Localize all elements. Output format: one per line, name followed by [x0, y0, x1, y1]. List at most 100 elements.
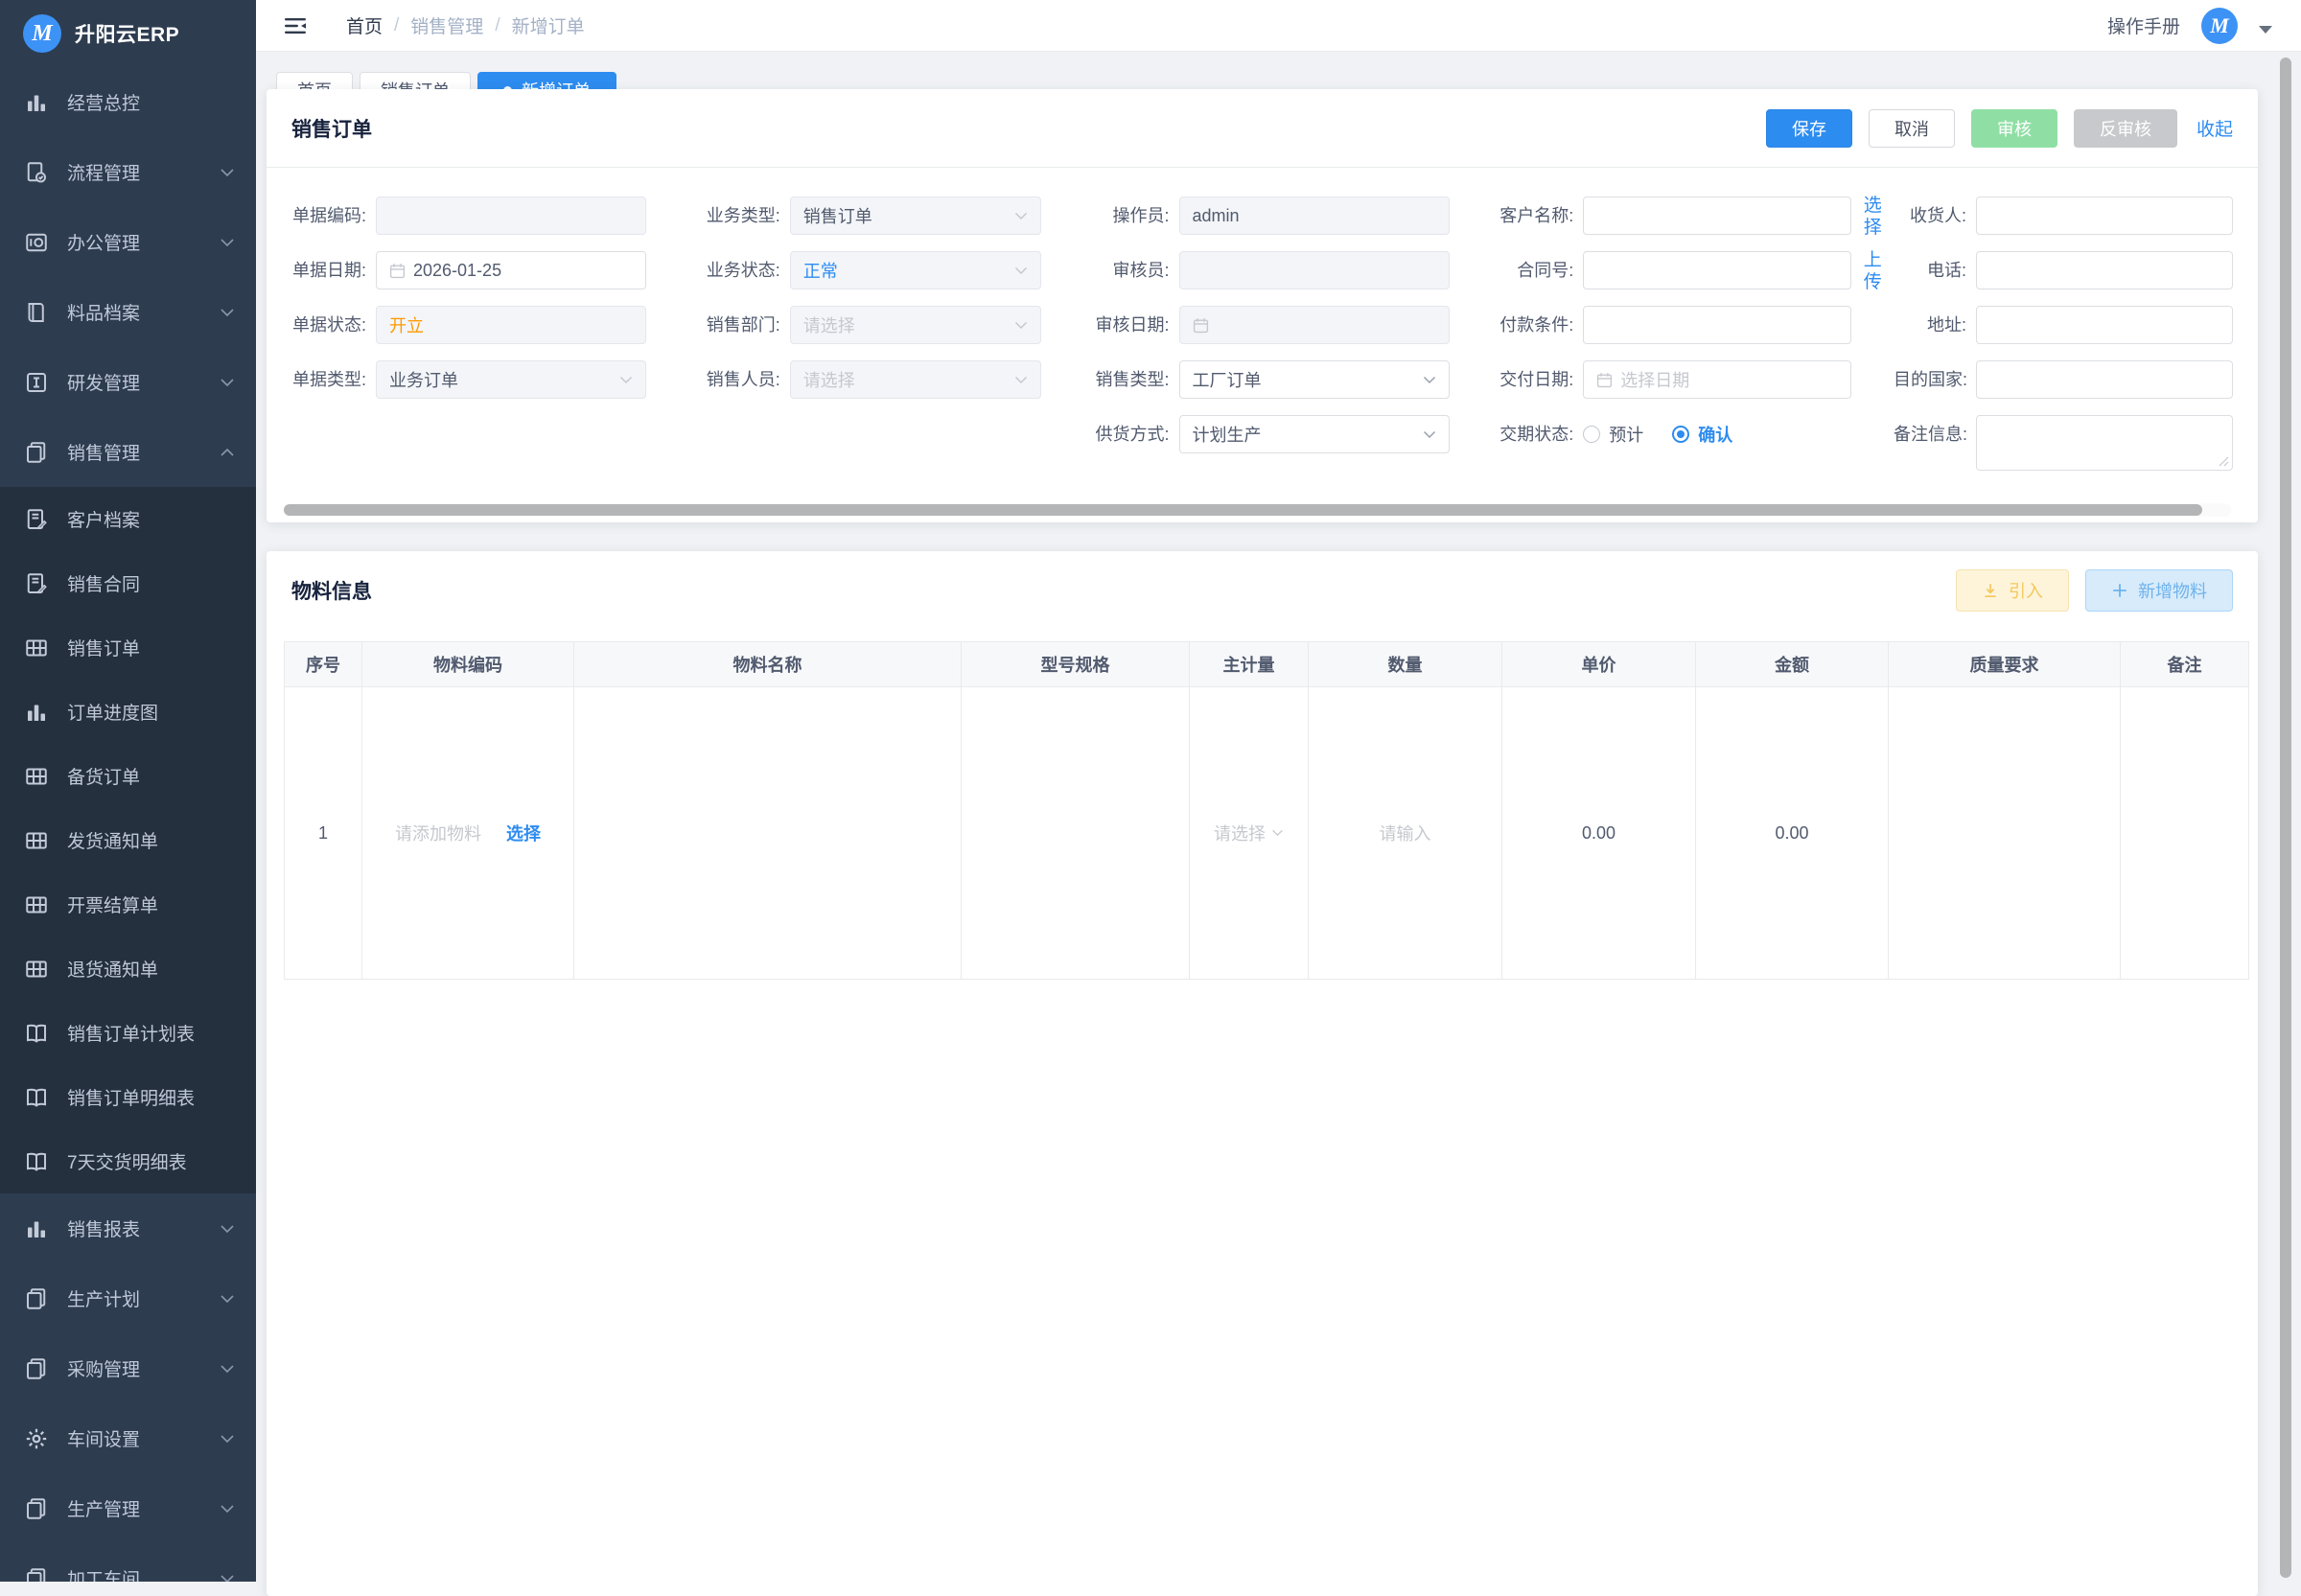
collapse-sidebar-icon[interactable] — [285, 17, 306, 35]
radio-confirmed[interactable]: 确认 — [1672, 422, 1732, 447]
sidebar-item-stock-order[interactable]: 备货订单 — [0, 744, 256, 808]
address-label: 地址: — [1926, 315, 1966, 335]
phone-input[interactable] — [1976, 251, 2233, 289]
sidebar-item-office-mgmt[interactable]: 办公管理 — [0, 207, 256, 277]
download-icon — [1982, 582, 1999, 599]
import-button[interactable]: 引入 — [1956, 569, 2069, 612]
remarks-textarea[interactable] — [1976, 415, 2233, 471]
radio-expected[interactable]: 预计 — [1583, 422, 1643, 447]
save-button[interactable]: 保存 — [1765, 108, 1852, 148]
breadcrumb-home[interactable]: 首页 — [346, 12, 383, 38]
sidebar-item-sales-contract[interactable]: 销售合同 — [0, 551, 256, 615]
breadcrumb-current: 新增订单 — [511, 17, 585, 37]
sales-type-select[interactable]: 工厂订单 — [1178, 360, 1450, 399]
cell-quality-req[interactable] — [1888, 686, 2121, 980]
table-grid-icon — [25, 765, 48, 788]
sidebar-item-production-plan[interactable]: 生产计划 — [0, 1263, 256, 1333]
radio-circle-icon — [1672, 426, 1690, 443]
vertical-scrollbar-thumb[interactable] — [2280, 58, 2291, 1578]
breadcrumb: 首页 / 销售管理 / 新增订单 — [346, 12, 585, 38]
address-input[interactable] — [1976, 306, 2233, 344]
sidebar-item-order-detail-report[interactable]: 销售订单明细表 — [0, 1065, 256, 1129]
auditor-label: 审核员: — [1112, 261, 1170, 280]
sidebar-item-order-plan-report[interactable]: 销售订单计划表 — [0, 1001, 256, 1065]
sidebar-item-process-mgmt[interactable]: 流程管理 — [0, 137, 256, 207]
copy-pages-icon — [25, 441, 48, 464]
user-menu-caret-icon[interactable] — [2259, 25, 2272, 34]
cell-unit-price[interactable]: 0.00 — [1501, 686, 1696, 980]
doc-date-label: 单据日期: — [291, 261, 366, 280]
user-avatar[interactable]: M — [2201, 7, 2238, 44]
sidebar-item-sales-report[interactable]: 销售报表 — [0, 1193, 256, 1263]
radio-circle-icon — [1583, 426, 1601, 443]
sidebar-item-order-progress-chart[interactable]: 订单进度图 — [0, 680, 256, 744]
collapse-panel-link[interactable]: 收起 — [2196, 115, 2233, 141]
col-model-spec: 型号规格 — [961, 641, 1190, 687]
doc-edit-icon — [25, 572, 48, 595]
copy-pages-icon — [25, 1567, 48, 1583]
add-material-button[interactable]: 新增物料 — [2085, 569, 2233, 612]
sidebar-item-customer-archive[interactable]: 客户档案 — [0, 487, 256, 551]
material-select-link[interactable]: 选择 — [506, 821, 541, 845]
quantity-input[interactable]: 请输入 — [1380, 824, 1431, 844]
unit-dropdown[interactable]: 请选择 — [1214, 821, 1284, 845]
sidebar-item-rnd-mgmt[interactable]: 研发管理 — [0, 347, 256, 417]
workflow-doc-icon — [25, 161, 48, 184]
customer-name-input[interactable] — [1583, 197, 1852, 235]
sidebar-item-purchase-mgmt[interactable]: 采购管理 — [0, 1333, 256, 1403]
sidebar-item-shipping-notice[interactable]: 发货通知单 — [0, 808, 256, 872]
sidebar-item-workshop-settings[interactable]: 车间设置 — [0, 1403, 256, 1473]
sidebar-item-sales-order[interactable]: 销售订单 — [0, 615, 256, 680]
contract-upload-link[interactable]: 上传 — [1861, 249, 1884, 293]
chevron-down-icon — [220, 238, 235, 247]
calendar-icon — [1596, 372, 1613, 388]
chevron-up-icon — [220, 448, 235, 457]
table-grid-icon — [25, 636, 48, 659]
calendar-icon — [1193, 317, 1209, 334]
sidebar-item-production-mgmt[interactable]: 生产管理 — [0, 1473, 256, 1543]
book-open-icon — [25, 1022, 48, 1045]
materials-card-title: 物料信息 — [291, 581, 372, 603]
sidebar-item-sales-mgmt[interactable]: 销售管理 — [0, 417, 256, 487]
breadcrumb-sales-mgmt[interactable]: 销售管理 — [410, 12, 483, 38]
customer-select-link[interactable]: 选择 — [1861, 195, 1884, 239]
contract-no-label: 合同号: — [1517, 261, 1574, 280]
book-open-icon — [25, 1150, 48, 1173]
sidebar-item-material-archive[interactable]: 料品档案 — [0, 277, 256, 347]
sidebar-item-7day-delivery-report[interactable]: 7天交货明细表 — [0, 1129, 256, 1193]
audit-button[interactable]: 审核 — [1970, 108, 2057, 148]
payment-terms-input[interactable] — [1583, 306, 1852, 344]
dest-country-input[interactable] — [1976, 360, 2233, 399]
table-row: 1 请添加物料 选择 请选择 请输入 0.00 0.00 — [284, 686, 2249, 980]
material-code-placeholder[interactable]: 请添加物料 — [395, 821, 481, 845]
unaudit-button[interactable]: 反审核 — [2073, 108, 2177, 148]
chart-bar-icon — [25, 1217, 48, 1240]
delivery-date-input[interactable]: 选择日期 — [1583, 360, 1852, 399]
col-material-code: 物料编码 — [361, 641, 574, 687]
sidebar-item-processing-workshop[interactable]: 加工车间 — [0, 1543, 256, 1582]
app-name: 升阳云ERP — [75, 24, 180, 46]
top-header: 首页 / 销售管理 / 新增订单 操作手册 M — [256, 0, 2301, 52]
doc-status-label: 单据状态: — [291, 315, 366, 335]
sidebar-item-return-notice[interactable]: 退货通知单 — [0, 937, 256, 1001]
cell-remark[interactable] — [2120, 686, 2249, 980]
chevron-down-icon — [1014, 376, 1028, 384]
horizontal-scrollbar-thumb[interactable] — [284, 504, 2202, 516]
sidebar-item-invoice-settlement[interactable]: 开票结算单 — [0, 872, 256, 937]
doc-date-input[interactable]: 2026-01-25 — [376, 251, 646, 289]
operator-field: admin — [1178, 197, 1450, 235]
cell-seq: 1 — [284, 686, 362, 980]
table-grid-icon — [25, 829, 48, 852]
dest-country-label: 目的国家: — [1894, 370, 1968, 389]
cancel-button[interactable]: 取消 — [1868, 108, 1955, 148]
consignee-input[interactable] — [1976, 197, 2233, 235]
sidebar-item-business-overview[interactable]: 经营总控 — [0, 67, 256, 137]
chevron-down-icon — [220, 168, 235, 177]
contract-no-input[interactable] — [1583, 251, 1852, 289]
consignee-label: 收货人: — [1909, 206, 1966, 225]
biz-type-label: 业务类型: — [706, 206, 780, 225]
col-quantity: 数量 — [1308, 641, 1502, 687]
supply-mode-select[interactable]: 计划生产 — [1178, 415, 1450, 453]
chevron-down-icon — [1423, 376, 1436, 384]
manual-link[interactable]: 操作手册 — [2107, 12, 2180, 38]
